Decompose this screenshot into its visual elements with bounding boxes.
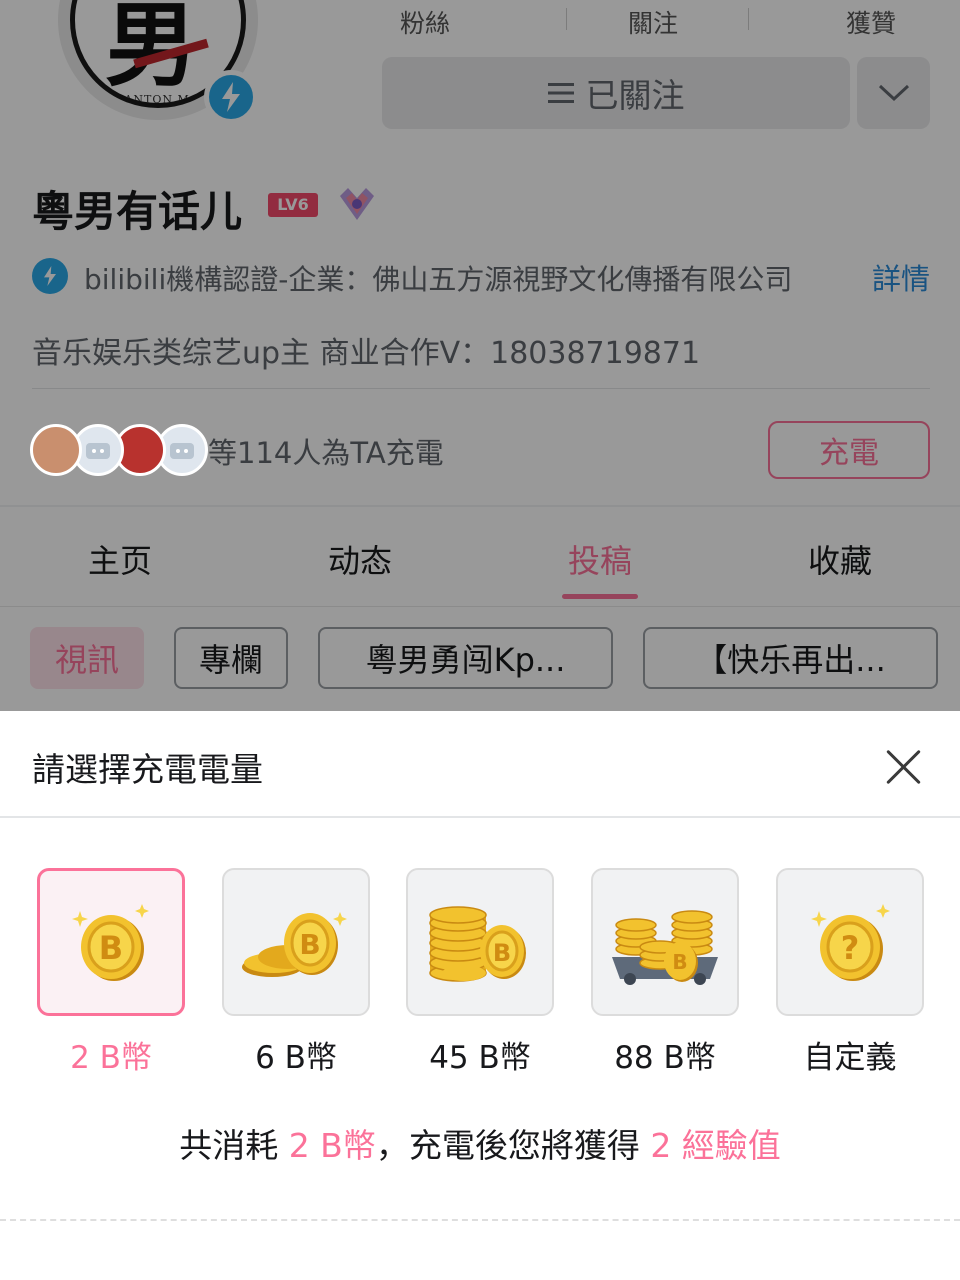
avatar <box>30 424 82 476</box>
sheet-title: 請選擇充電電量 <box>32 750 263 789</box>
charge-option-label: 45 B幣 <box>429 1040 531 1076</box>
charge-option-2[interactable]: B 2 B幣 <box>37 868 185 1077</box>
modal-overlay[interactable] <box>0 0 960 712</box>
svg-text:B: B <box>99 929 123 967</box>
charge-option-label: 自定義 <box>803 1040 897 1076</box>
charge-option-6[interactable]: B 6 B幣 <box>222 868 370 1077</box>
svg-text:B: B <box>672 950 687 974</box>
summary-amount: 2 B幣 <box>288 1126 376 1165</box>
question-coin-icon: ? <box>811 904 890 981</box>
summary-prefix: 共消耗 <box>179 1126 289 1165</box>
charge-option-label: 2 B幣 <box>70 1040 152 1076</box>
charge-option-label: 88 B幣 <box>614 1040 716 1076</box>
charge-option-45[interactable]: B 45 B幣 <box>406 868 554 1077</box>
coin-stack-icon: B <box>429 906 526 982</box>
profile-page: 男 CANTON MAN 粉絲 關注 獲贊 已關注 粵男有话儿 LV6 bili… <box>0 0 960 712</box>
charge-option-label: 6 B幣 <box>255 1040 337 1076</box>
svg-text:?: ? <box>841 929 860 967</box>
charge-summary: 共消耗 2 B幣，充電後您將獲得 2 經驗值 <box>0 1119 960 1167</box>
divider <box>0 816 960 818</box>
charge-option-custom[interactable]: ? 自定義 <box>776 868 924 1077</box>
charge-amount-sheet: 請選擇充電電量 B 2 B幣 B 6 B幣 B 45 B幣 B 88 B幣 ? … <box>0 711 960 1280</box>
coin-cart-icon: B <box>612 910 718 985</box>
charge-option-88[interactable]: B 88 B幣 <box>591 868 739 1077</box>
single-coin-icon: B <box>72 904 149 981</box>
svg-text:B: B <box>493 939 511 967</box>
summary-exp-unit: 經驗值 <box>671 1126 781 1165</box>
summary-exp-amount: 2 <box>650 1126 672 1165</box>
svg-text:B: B <box>299 928 320 961</box>
close-icon[interactable] <box>880 744 926 790</box>
coin-pile-icon: B <box>242 912 347 977</box>
dashed-divider <box>0 1219 960 1221</box>
summary-middle: ，充電後您將獲得 <box>375 1126 651 1165</box>
